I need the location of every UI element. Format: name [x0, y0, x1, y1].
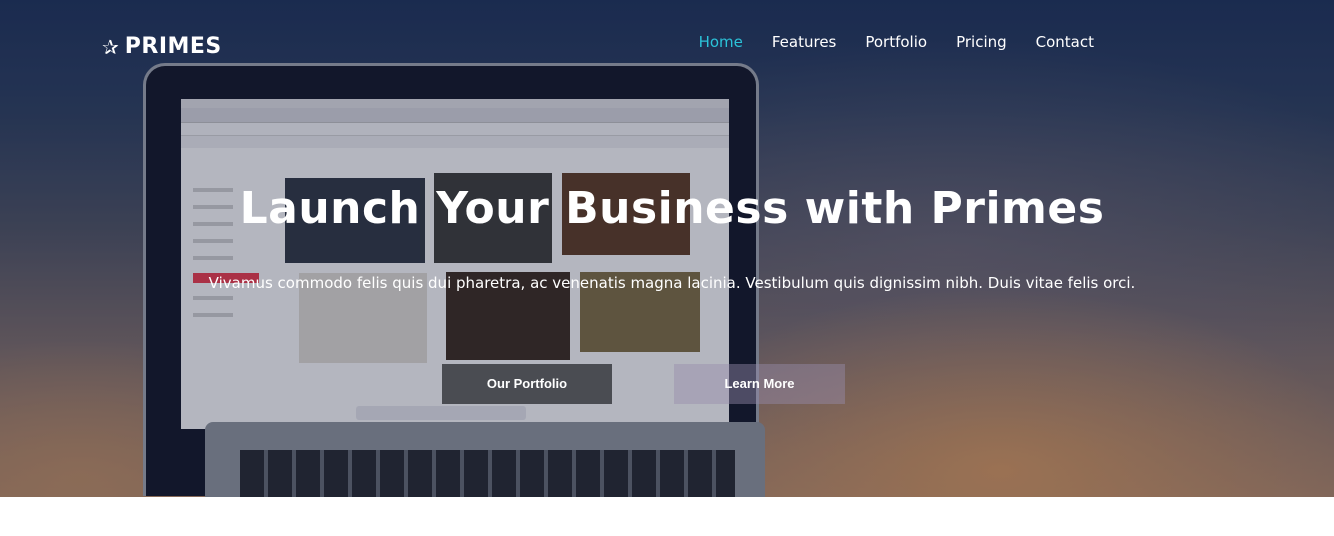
star-icon: ✰ [102, 34, 119, 59]
hero-title: Launch Your Business with Primes [239, 183, 1105, 234]
our-portfolio-button[interactable]: Our Portfolio [442, 364, 612, 404]
nav-item-home[interactable]: Home [699, 33, 743, 51]
brand-logo[interactable]: ✰ PRIMES [102, 34, 222, 59]
nav-item-contact[interactable]: Contact [1036, 33, 1094, 51]
nav-item-features[interactable]: Features [772, 33, 837, 51]
hero-subtitle: Vivamus commodo felis quis dui pharetra,… [208, 274, 1136, 292]
nav-item-pricing[interactable]: Pricing [956, 33, 1007, 51]
hero-section: ✰ PRIMES Home Features Portfolio Pricing… [0, 0, 1334, 497]
main-nav: Home Features Portfolio Pricing Contact [670, 33, 1094, 51]
nav-item-portfolio[interactable]: Portfolio [865, 33, 927, 51]
brand-name: PRIMES [124, 34, 222, 59]
learn-more-button[interactable]: Learn More [674, 364, 845, 404]
